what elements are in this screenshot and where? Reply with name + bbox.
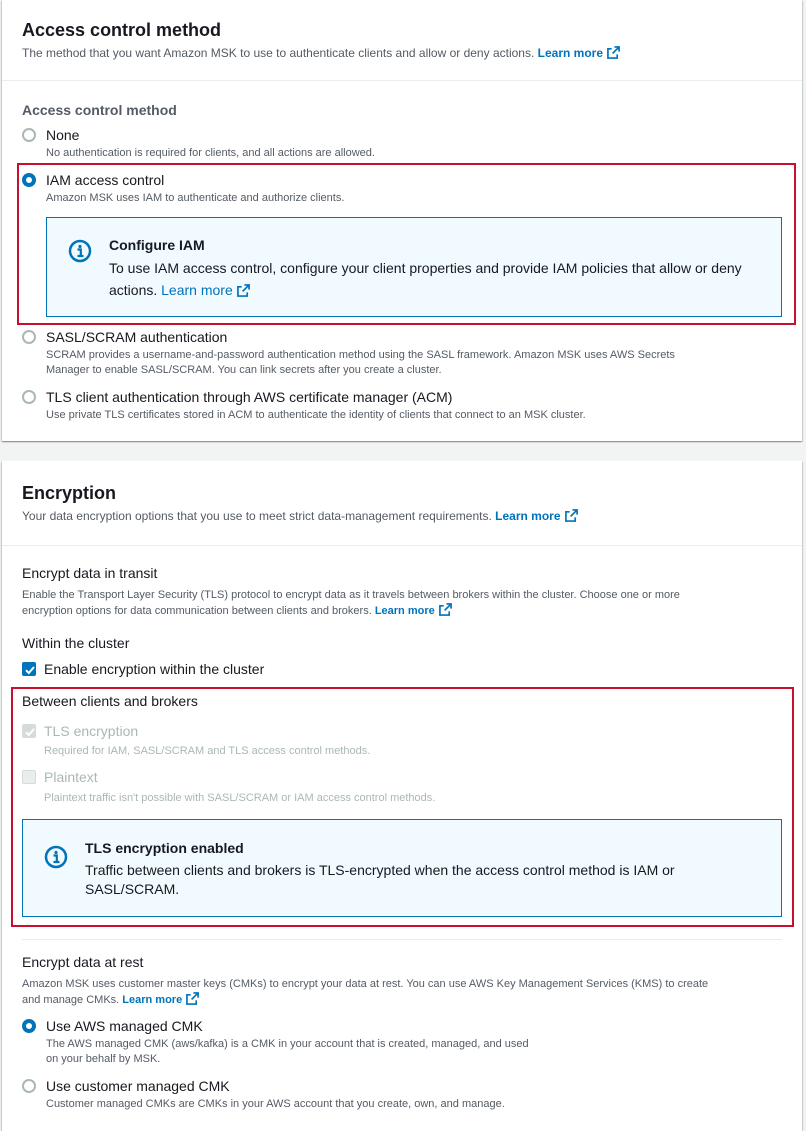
access-learn-more-link[interactable]: Learn more xyxy=(538,46,620,60)
external-link-icon xyxy=(438,603,452,616)
header-divider xyxy=(2,80,802,81)
radio-customer-managed-cmk[interactable] xyxy=(22,1079,36,1093)
option-tls-acm-description: Use private TLS certificates stored in A… xyxy=(46,409,586,421)
within-cluster-checkbox-label: Enable encryption within the cluster xyxy=(44,661,265,677)
option-tls-acm-label: TLS client authentication through AWS ce… xyxy=(46,389,453,405)
transit-learn-more-link[interactable]: Learn more xyxy=(375,603,452,617)
access-panel-title: Access control method xyxy=(22,20,222,40)
within-cluster-label: Within the cluster xyxy=(22,635,130,651)
iam-highlight-border xyxy=(17,163,796,325)
radio-aws-managed-cmk[interactable] xyxy=(22,1019,36,1033)
option-sasl-description-line1: SCRAM provides a username-and-password a… xyxy=(46,349,675,361)
checkmark-icon xyxy=(25,666,35,675)
option-sasl-description-line2: Manager to enable SASL/SCRAM. You can li… xyxy=(46,364,442,376)
rest-learn-more-link[interactable]: Learn more xyxy=(122,992,200,1006)
option-none-description: No authentication is required for client… xyxy=(46,147,375,159)
transit-description-line1: Enable the Transport Layer Security (TLS… xyxy=(22,589,680,601)
access-field-label: Access control method xyxy=(22,102,177,118)
option-none-label: None xyxy=(46,127,80,143)
access-control-panel: Access control method The method that yo… xyxy=(2,0,802,441)
within-cluster-checkbox[interactable] xyxy=(22,662,36,676)
encryption-panel: Encryption Your data encryption options … xyxy=(2,461,802,1131)
transit-title: Encrypt data in transit xyxy=(22,565,158,581)
encryption-panel-title: Encryption xyxy=(22,483,117,503)
customer-managed-cmk-description: Customer managed CMKs are CMKs in your A… xyxy=(46,1098,505,1110)
aws-managed-cmk-description-line1: The AWS managed CMK (aws/kafka) is a CMK… xyxy=(46,1038,529,1050)
transit-description-line2: encryption options for data communicatio… xyxy=(22,603,452,619)
radio-sasl-scram[interactable] xyxy=(22,330,36,344)
rest-title: Encrypt data at rest xyxy=(22,954,144,970)
customer-managed-cmk-label: Use customer managed CMK xyxy=(46,1078,230,1094)
encryption-learn-more-link[interactable]: Learn more xyxy=(495,509,578,523)
between-clients-highlight-border xyxy=(11,687,794,927)
radio-none[interactable] xyxy=(22,128,36,142)
option-sasl-label: SASL/SCRAM authentication xyxy=(46,329,228,345)
external-link-icon xyxy=(564,509,578,522)
aws-managed-cmk-label: Use AWS managed CMK xyxy=(46,1018,203,1034)
radio-tls-acm[interactable] xyxy=(22,390,36,404)
access-panel-description: The method that you want Amazon MSK to u… xyxy=(22,46,620,60)
encryption-panel-description: Your data encryption options that you us… xyxy=(22,509,578,523)
external-link-icon xyxy=(607,46,620,59)
external-link-icon xyxy=(186,992,200,1005)
rest-divider xyxy=(22,939,782,940)
aws-managed-cmk-description-line2: on your behalf by MSK. xyxy=(46,1053,161,1065)
encryption-header-divider xyxy=(2,545,802,546)
rest-description-line1: Amazon MSK uses customer master keys (CM… xyxy=(22,978,709,990)
rest-description-line2: and manage CMKs. Learn more xyxy=(22,992,200,1008)
